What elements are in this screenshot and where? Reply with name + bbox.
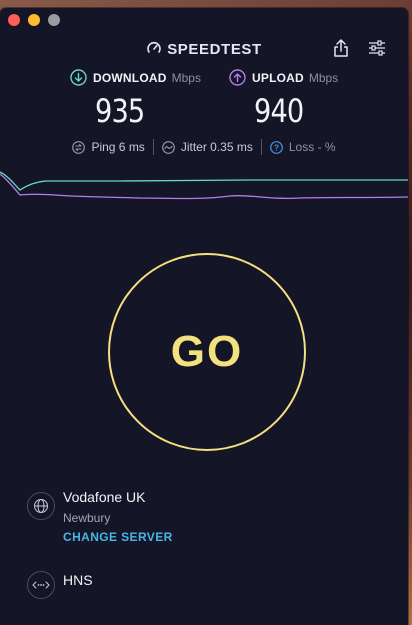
- download-value: 935: [95, 92, 145, 130]
- download-unit: Mbps: [171, 70, 201, 85]
- speed-graph: [0, 171, 408, 200]
- loss-text: Loss - %: [288, 140, 336, 154]
- loss-stat[interactable]: ? Loss - %: [269, 140, 336, 154]
- server-location: Newbury: [63, 511, 111, 525]
- jitter-text: Jitter 0.35 ms: [180, 140, 253, 154]
- logo-text: SPEEDTEST: [167, 41, 262, 58]
- ping-icon: [72, 140, 86, 154]
- go-label: GO: [170, 327, 244, 376]
- server-provider: Vodafone UK: [63, 489, 146, 505]
- jitter-stat: Jitter 0.35 ms: [161, 140, 253, 154]
- zoom-window-button[interactable]: [48, 14, 60, 26]
- upload-value: 940: [254, 92, 304, 130]
- go-button[interactable]: GO: [108, 253, 306, 451]
- globe-icon: [27, 492, 55, 520]
- svg-text:?: ?: [274, 142, 279, 152]
- isp-name: HNS: [63, 572, 93, 588]
- download-label: DOWNLOAD: [93, 70, 167, 85]
- minimize-window-button[interactable]: [28, 14, 40, 26]
- sliders-icon[interactable]: [368, 40, 386, 61]
- upload-arrow-icon: [229, 69, 246, 86]
- connection-stats: Ping 6 ms Jitter 0.35 ms ? Loss - %: [0, 139, 408, 155]
- speedtest-window: SPEEDTEST DOWNLOAD Mbps 935 UPLOAD Mbps …: [0, 8, 408, 625]
- divider: [260, 139, 262, 155]
- upload-speed-line: [0, 173, 408, 200]
- gauge-icon: [147, 41, 161, 53]
- close-window-button[interactable]: [8, 14, 20, 26]
- connection-icon: [27, 571, 55, 599]
- share-icon[interactable]: [333, 38, 349, 63]
- ping-text: Ping 6 ms: [91, 140, 145, 154]
- download-arrow-icon: [70, 69, 87, 86]
- ping-stat: Ping 6 ms: [72, 140, 145, 154]
- titlebar: [0, 8, 408, 32]
- help-icon[interactable]: ?: [269, 140, 283, 154]
- change-server-link[interactable]: CHANGE SERVER: [63, 530, 173, 544]
- upload-unit: Mbps: [308, 70, 339, 85]
- upload-label: UPLOAD: [252, 70, 304, 85]
- divider: [152, 139, 154, 155]
- download-speed-line: [0, 171, 408, 191]
- upload-metric: UPLOAD Mbps 940: [229, 69, 338, 130]
- jitter-icon: [161, 140, 175, 154]
- download-metric: DOWNLOAD Mbps 935: [70, 69, 201, 130]
